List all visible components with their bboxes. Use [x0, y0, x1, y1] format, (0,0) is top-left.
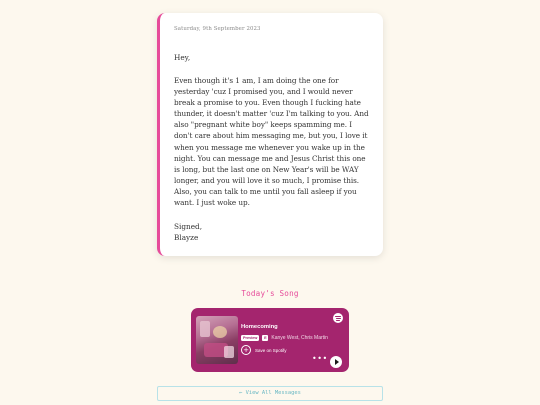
letter-signoff-block: Signed, Blayze	[174, 221, 371, 244]
explicit-badge: E	[262, 335, 269, 341]
letter-signoff: Signed,	[174, 222, 203, 232]
more-options-icon[interactable]: •••	[312, 355, 328, 363]
album-art[interactable]	[196, 316, 238, 364]
todays-song-heading: Today's Song	[241, 289, 299, 298]
view-all-messages-button[interactable]: ← View All Messages	[157, 386, 383, 401]
save-on-spotify-label[interactable]: Save on Spotify	[255, 348, 287, 353]
add-circle-icon[interactable]: +	[241, 345, 251, 355]
letter-greeting: Hey,	[174, 53, 191, 62]
play-button[interactable]	[330, 356, 342, 368]
track-artists[interactable]: Kanye West, Chris Martin	[271, 335, 328, 341]
letter-card: Saturday, 9th September 2023 Hey, Even t…	[157, 13, 383, 256]
letter-date: Saturday, 9th September 2023	[174, 26, 261, 32]
track-title[interactable]: Homecoming	[241, 324, 278, 330]
save-on-spotify[interactable]: + Save on Spotify	[241, 345, 287, 355]
letter-body: Even though it's 1 am, I am doing the on…	[174, 76, 369, 208]
letter-signature: Blayze	[174, 233, 199, 243]
play-icon	[334, 359, 339, 365]
page: Saturday, 9th September 2023 Hey, Even t…	[0, 0, 540, 405]
track-meta-row: Preview E Kanye West, Chris Martin	[241, 334, 328, 342]
spotify-logo-icon[interactable]	[333, 313, 343, 323]
preview-badge: Preview	[241, 335, 260, 341]
